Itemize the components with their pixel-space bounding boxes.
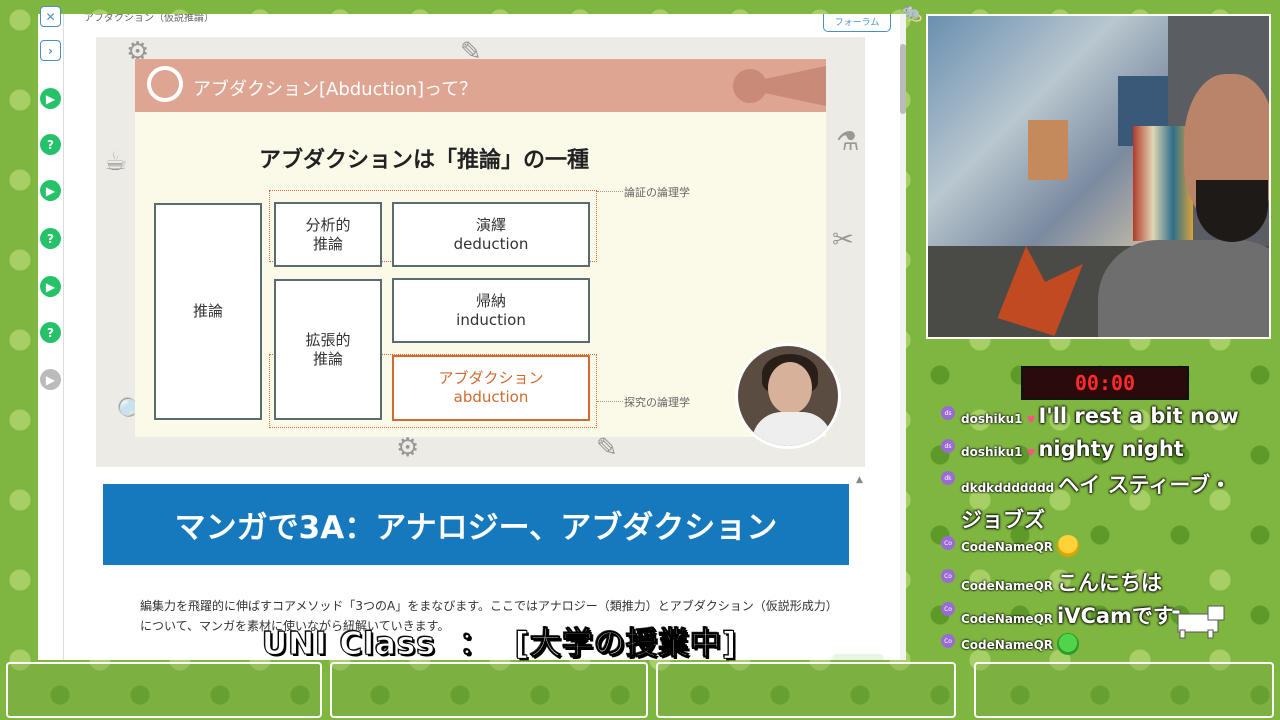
chevron-right-icon[interactable]: › xyxy=(40,40,61,61)
lecturer-face xyxy=(768,362,812,414)
bottom-panel xyxy=(656,662,956,718)
avatar: Co xyxy=(941,602,955,616)
cat-sprite-icon xyxy=(1172,605,1225,639)
box-analytic: 分析的 推論 xyxy=(274,202,382,267)
chat-text: iVCamです xyxy=(1057,604,1174,628)
play-icon[interactable]: ▶ xyxy=(40,88,61,109)
lecturer-camera xyxy=(735,343,841,449)
proof-logic-label: 論証の論理学 xyxy=(624,186,690,199)
chat-username: dkdkddddddd xyxy=(961,481,1055,495)
chat-username: CodeNameQR xyxy=(961,579,1054,593)
chat-message: CodeNameQR xyxy=(961,535,1252,557)
help-icon[interactable]: ? xyxy=(40,134,61,155)
avatar: Co xyxy=(941,536,955,550)
chat-username: CodeNameQR xyxy=(961,539,1054,554)
chat-text: nighty night xyxy=(1038,437,1184,461)
forum-button[interactable]: フォーラム xyxy=(823,14,891,32)
doodle-icon: ⚙ xyxy=(396,433,420,463)
play-icon[interactable]: ▶ xyxy=(40,369,61,390)
streamer-webcam xyxy=(926,14,1271,339)
avatar: Co xyxy=(941,634,955,648)
avatar: dk xyxy=(941,471,955,485)
slide-body: アブダクションは「推論」の一種 推論 分析的 推論 演繹 deduction 拡… xyxy=(135,112,826,437)
breadcrumb[interactable]: アブダクション（仮説推論） xyxy=(84,14,214,24)
box-induction: 帰納 induction xyxy=(392,278,590,343)
play-icon[interactable]: ▶ xyxy=(40,276,61,297)
chat-message: dkdkddddddd ヘイ スティーブ・ジョブズ xyxy=(961,469,1251,538)
inquiry-connector xyxy=(597,401,623,402)
chat-message: doshiku1 ♥ nighty night xyxy=(961,437,1252,461)
left-rail: ✕ › ▶ ? ▶ ? ▶ ? ▶ xyxy=(38,6,64,660)
chat-message: CodeNameQR こんにちは xyxy=(961,567,1252,597)
streamer-beard xyxy=(1196,180,1268,242)
chat-username: doshiku1 xyxy=(961,412,1023,426)
proof-connector xyxy=(597,191,623,192)
status-pill xyxy=(832,654,884,660)
box-expansive: 拡張的 推論 xyxy=(274,279,382,420)
chat-username: doshiku1 xyxy=(961,445,1023,459)
box-abduction: アブダクション abduction xyxy=(392,355,590,421)
lecturer-body xyxy=(752,412,832,446)
avatar: Co xyxy=(941,569,955,583)
doodle-icon: ✎ xyxy=(596,433,618,463)
close-icon[interactable]: ✕ xyxy=(40,6,61,27)
frog-emote xyxy=(1057,633,1080,655)
course-page: アブダクション（仮説推論） フォーラム ☕ ⚙ ✎ ⚗ ✂ 🔍 ⚙ ✎ アブダク… xyxy=(64,14,906,660)
rat-sprite-icon: 🐀 xyxy=(900,2,923,23)
grinning-emote xyxy=(1057,535,1080,557)
chat-message: doshiku1 ♥ I'll rest a bit now xyxy=(961,404,1252,428)
play-icon[interactable]: ▶ xyxy=(40,180,61,201)
chat-text: I'll rest a bit now xyxy=(1038,404,1239,428)
page-scrollbar[interactable] xyxy=(900,14,906,660)
poster xyxy=(1028,120,1068,180)
streamer-body xyxy=(1098,240,1269,337)
scroll-up-icon[interactable]: ▲ xyxy=(856,475,863,485)
stream-timer: 00:00 xyxy=(1021,366,1189,400)
stream-frame: ✕ › ▶ ? ▶ ? ▶ ? ▶ アブダクション（仮説推論） フォーラム ☕ … xyxy=(0,0,1280,720)
slide-title: アブダクション[Abduction]って？ xyxy=(193,79,478,100)
magnet-icon xyxy=(140,59,190,109)
section-banner: マンガで3A：アナロジー、アブダクション xyxy=(103,484,849,565)
slide-header: アブダクション[Abduction]って？ xyxy=(135,59,826,112)
chat-text: こんにちは xyxy=(1057,571,1163,595)
slide-heading: アブダクションは「推論」の一種 xyxy=(259,148,590,173)
box-deduction: 演繹 deduction xyxy=(392,202,590,267)
box-inference: 推論 xyxy=(154,203,262,420)
chat-username: CodeNameQR xyxy=(961,612,1054,626)
help-icon[interactable]: ? xyxy=(40,322,61,343)
avatar: ds xyxy=(941,406,955,420)
scrollbar-thumb[interactable] xyxy=(900,44,906,114)
page-header: アブダクション（仮説推論） xyxy=(64,14,906,38)
lecture-video[interactable]: ☕ ⚙ ✎ ⚗ ✂ 🔍 ⚙ ✎ アブダクション[Abduction]って？ アブ… xyxy=(96,37,865,467)
bottom-panel xyxy=(974,662,1274,718)
avatar: ds xyxy=(941,439,955,453)
inquiry-logic-label: 探究の論理学 xyxy=(624,396,690,409)
chat-username: CodeNameQR xyxy=(961,637,1054,652)
stream-subtitle: UNI Class ： [大学の授業中] xyxy=(261,626,738,663)
doodle-icon: ⚗ xyxy=(836,127,860,157)
forum-button-label: フォーラム xyxy=(834,17,880,28)
bottom-panel xyxy=(330,662,648,718)
horn-bell-icon xyxy=(733,69,767,103)
teapot-icon: ☕ xyxy=(104,147,128,177)
heart-icon: ♥ xyxy=(1026,415,1036,426)
help-icon[interactable]: ? xyxy=(40,228,61,249)
bottom-panel xyxy=(6,662,322,718)
heart-icon: ♥ xyxy=(1026,448,1036,459)
doodle-icon: ✂ xyxy=(832,225,854,255)
